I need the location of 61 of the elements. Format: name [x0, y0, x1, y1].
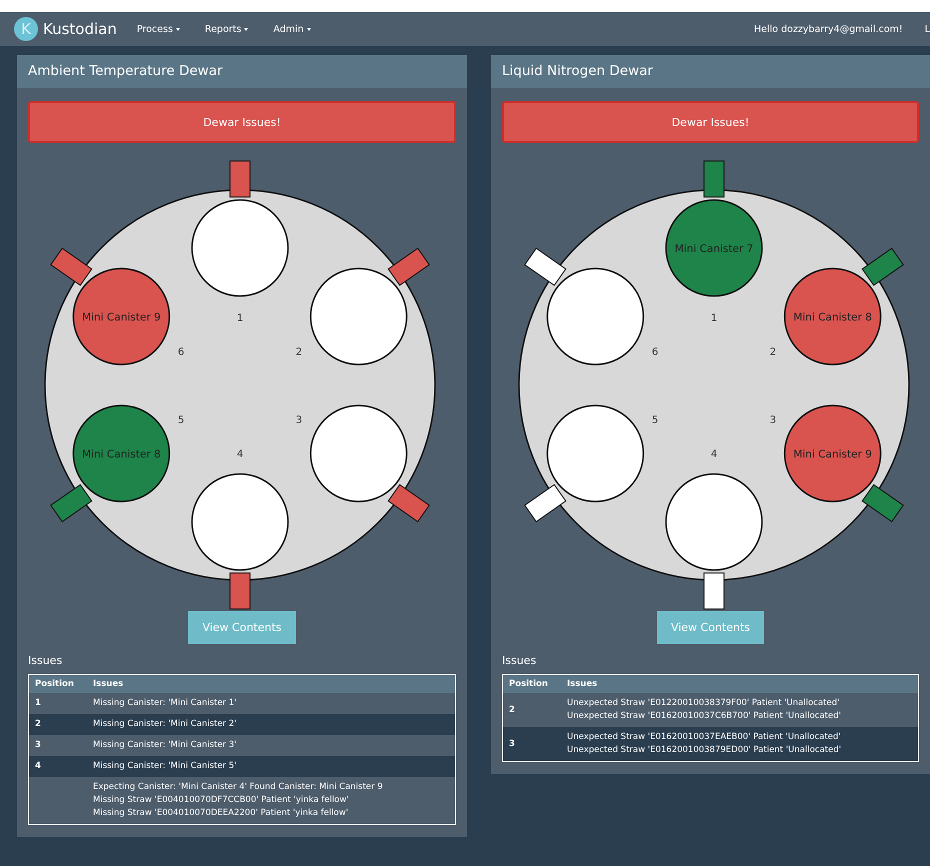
canister-slot[interactable] — [191, 473, 289, 571]
greeting-text: Hello dozzybarry4@gmail.com! — [754, 24, 903, 34]
canister-slot[interactable] — [784, 268, 882, 366]
nav-menu[interactable]: Admin — [273, 24, 311, 34]
position-number: 4 — [236, 449, 244, 460]
table-cell: 2 — [502, 693, 561, 727]
caret-icon — [306, 28, 311, 30]
panel-title: Liquid Nitrogen Dewar — [491, 55, 930, 88]
canister-slot[interactable] — [546, 268, 644, 366]
position-number: 3 — [770, 415, 776, 426]
nav-menu[interactable]: Process — [136, 24, 180, 34]
canister-slot[interactable] — [310, 268, 408, 366]
canister-slot[interactable] — [665, 199, 763, 297]
table-cell: 3 — [28, 735, 87, 756]
table-cell: 3 — [502, 727, 561, 762]
position-number: 5 — [178, 415, 184, 426]
table-cell: Expecting Canister: 'Mini Canister 4' Found Canister: Mini Canister 9 Missing Straw 'E004010070DF7CCB00' Patient 'yinka fellow' Missing Straw 'E004010070DEEA2200' Patient 'yinka fellow' — [87, 777, 456, 824]
canister-slot[interactable] — [191, 199, 289, 297]
canister-slot[interactable] — [784, 404, 882, 502]
canister-slot[interactable] — [72, 404, 170, 502]
table-cell: 4 — [28, 756, 87, 777]
table-cell: Unexpected Straw 'E01220010038379F00' Patient 'Unallocated' Unexpected Straw 'E01620010037C6B700' Patient 'Unallocated' — [561, 693, 918, 727]
position-number: 3 — [296, 415, 302, 426]
canister-label: Mini Canister 9 — [793, 448, 872, 460]
section-title: Issues — [28, 654, 64, 667]
nav-menu[interactable]: Reports — [204, 24, 248, 34]
position-number: 2 — [296, 347, 302, 358]
canister-label: Mini Canister 8 — [82, 448, 161, 460]
position-number: 1 — [236, 313, 244, 324]
caret-icon — [244, 28, 248, 30]
position-number: 5 — [652, 415, 658, 426]
canister-label: Mini Canister 9 — [82, 312, 161, 324]
canister-slot[interactable] — [665, 473, 763, 571]
caret-icon — [176, 28, 180, 30]
brand-link[interactable]: Kustodian — [43, 20, 117, 38]
canister-label: Mini Canister 8 — [793, 312, 872, 324]
position-number: 1 — [710, 313, 718, 324]
table-cell: 2 — [28, 714, 87, 735]
alert-button[interactable]: Dewar Issues! — [502, 101, 919, 143]
column-header: Issues — [561, 674, 918, 693]
canister-label: Mini Canister 7 — [674, 243, 754, 255]
canister-slot[interactable] — [310, 404, 408, 502]
column-header: Position — [28, 674, 87, 693]
table-cell: Missing Canister: 'Mini Canister 2' — [87, 714, 456, 735]
alert-button[interactable]: Dewar Issues! — [28, 101, 456, 143]
table-cell: Unexpected Straw 'E01620010037EAEB00' Patient 'Unallocated' Unexpected Straw 'E0162001003879ED00' Patient 'Unallocated' — [561, 727, 918, 762]
table-cell: 1 — [28, 693, 87, 714]
table-cell: Missing Canister: 'Mini Canister 1' — [87, 693, 456, 714]
section-title: Issues — [502, 654, 538, 667]
column-header: Issues — [87, 674, 456, 693]
logout-link[interactable]: L — [924, 24, 930, 34]
canister-slot[interactable] — [72, 268, 170, 366]
position-number: 4 — [710, 449, 718, 460]
column-header: Position — [502, 674, 561, 693]
panel-title: Ambient Temperature Dewar — [17, 55, 467, 88]
position-number: 6 — [652, 347, 658, 358]
canister-slot[interactable] — [546, 404, 644, 502]
table-cell: Missing Canister: 'Mini Canister 3' — [87, 735, 456, 756]
table-cell: Missing Canister: 'Mini Canister 5' — [87, 756, 456, 777]
position-number: 6 — [178, 347, 184, 358]
position-number: 2 — [770, 347, 776, 358]
